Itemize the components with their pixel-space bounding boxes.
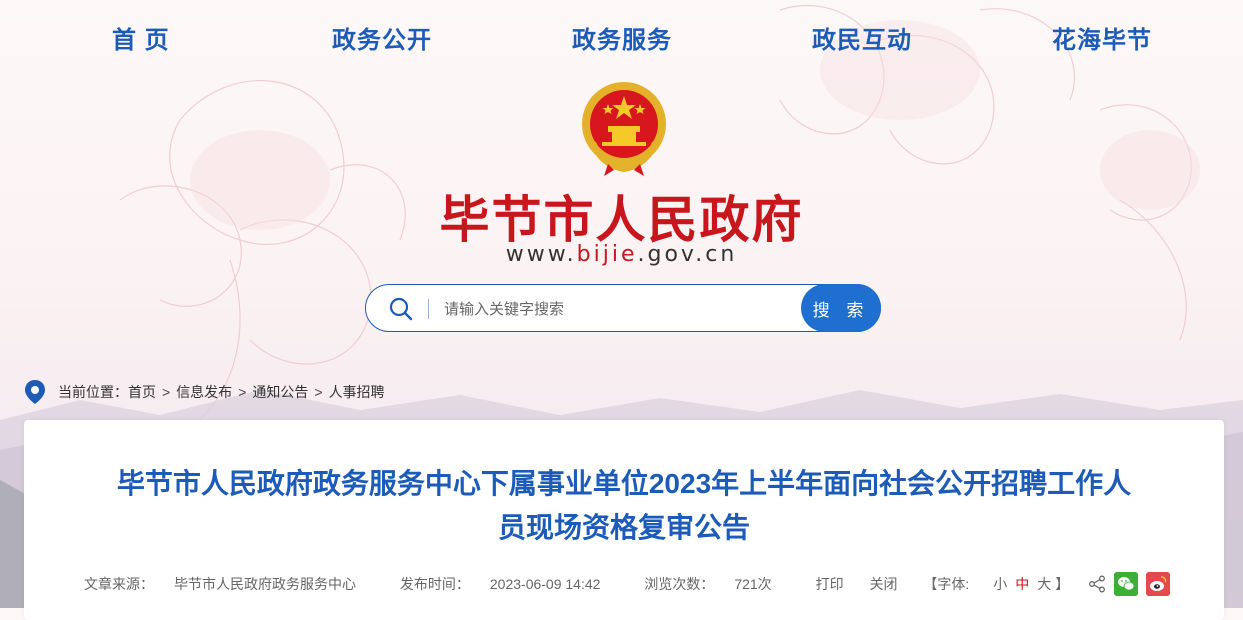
search-button[interactable]: 搜 索	[801, 284, 881, 332]
breadcrumb-separator: >	[238, 384, 247, 400]
breadcrumb-item-home[interactable]: 首页	[128, 382, 156, 402]
article-time-label: 发布时间：	[399, 576, 470, 592]
breadcrumb-item-notices[interactable]: 通知公告	[252, 382, 308, 402]
font-size-small[interactable]: 小	[993, 576, 1007, 592]
article-source-value: 毕节市人民政府政务服务中心	[174, 576, 356, 592]
breadcrumb-separator: >	[162, 384, 171, 400]
article-views-label: 浏览次数：	[644, 576, 715, 592]
article-title-line-1: 毕节市人民政府政务服务中心下属事业单位2023年上半年面向社会公开招聘工作人	[116, 468, 1132, 499]
article-publish-time: 发布时间： 2023-06-09 14:42	[400, 576, 621, 592]
breadcrumb-item-recruitment[interactable]: 人事招聘	[329, 382, 385, 402]
site-url-highlight: bijie	[576, 242, 638, 267]
share-bar	[1088, 572, 1170, 596]
breadcrumb-separator: >	[314, 384, 323, 400]
search-input[interactable]	[442, 293, 786, 325]
article-source: 文章来源： 毕节市人民政府政务服务中心	[84, 576, 376, 592]
weibo-icon[interactable]	[1146, 572, 1170, 596]
font-size-medium[interactable]: 中	[1015, 576, 1029, 592]
national-emblem-icon	[582, 82, 666, 176]
article-views: 浏览次数： 721次	[644, 576, 791, 592]
nav-item-flower-sea-bijie[interactable]: 花海毕节	[1052, 20, 1152, 55]
nav-item-government-services[interactable]: 政务服务	[572, 20, 672, 55]
article-views-value: 721次	[734, 576, 772, 592]
site-url-suffix: .gov.cn	[637, 242, 738, 267]
breadcrumb: 当前位置： 首页 > 信息发布 > 通知公告 > 人事招聘	[24, 380, 385, 404]
article-title-line-2: 员现场资格复审公告	[497, 512, 750, 543]
font-size-end: 】	[1055, 576, 1070, 592]
breadcrumb-label: 当前位置：	[58, 384, 128, 400]
font-size-selector: 【字体: 小中大】	[923, 576, 1089, 592]
article-title: 毕节市人民政府政务服务中心下属事业单位2023年上半年面向社会公开招聘工作人 员…	[24, 462, 1224, 550]
nav-item-government-affairs-disclosure[interactable]: 政务公开	[332, 20, 432, 55]
top-navigation: 首 页 政务公开 政务服务 政民互动 花海毕节	[0, 20, 1243, 60]
article-meta: 文章来源： 毕节市人民政府政务服务中心 发布时间： 2023-06-09 14:42…	[84, 574, 1109, 594]
close-link[interactable]: 关闭	[869, 576, 897, 592]
article-card: 毕节市人民政府政务服务中心下属事业单位2023年上半年面向社会公开招聘工作人 员…	[24, 420, 1224, 620]
search-divider	[428, 299, 429, 319]
print-link[interactable]: 打印	[816, 576, 844, 592]
breadcrumb-item-info-release[interactable]: 信息发布	[176, 382, 232, 402]
search-box: 搜 索	[365, 284, 881, 332]
article-source-label: 文章来源：	[84, 576, 154, 592]
nav-item-public-interaction[interactable]: 政民互动	[812, 20, 912, 55]
share-icon[interactable]	[1088, 575, 1106, 593]
font-size-label: 【字体:	[923, 576, 970, 592]
font-size-large[interactable]: 大	[1037, 576, 1051, 592]
location-pin-icon	[25, 380, 45, 404]
site-url: www.bijie.gov.cn	[0, 242, 1243, 267]
wechat-icon[interactable]	[1114, 572, 1138, 596]
article-time-value: 2023-06-09 14:42	[489, 576, 601, 592]
nav-item-home[interactable]: 首 页	[112, 20, 170, 55]
search-icon[interactable]	[388, 296, 414, 322]
site-url-prefix: www.	[505, 242, 577, 267]
